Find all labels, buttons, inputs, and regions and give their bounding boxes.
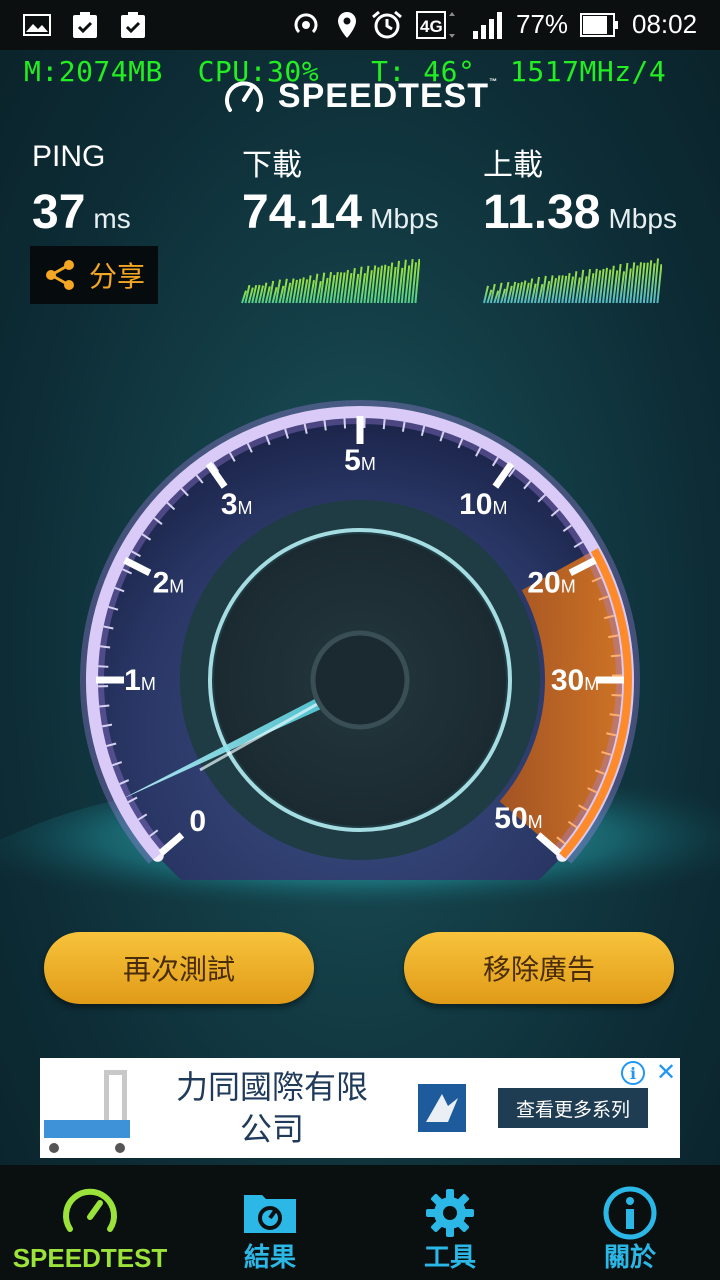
info-icon <box>603 1186 657 1240</box>
gauge-minor-tick <box>323 420 327 431</box>
nav-item-results[interactable]: 結果 <box>180 1165 360 1280</box>
download-label: 下載 <box>242 149 302 182</box>
nav-item-about[interactable]: 關於 <box>540 1165 720 1280</box>
download-unit: Mbps <box>370 203 439 234</box>
upload-label: 上載 <box>483 149 543 182</box>
network-type-icon: 4G <box>416 10 456 40</box>
battery-percent: 77% <box>516 9 569 39</box>
gauge-minor-tick <box>611 693 622 697</box>
ad-cart-image <box>44 1070 130 1153</box>
hotspot-icon <box>290 10 322 40</box>
share-label: 分享 <box>88 260 145 293</box>
ad-cta-button[interactable]: 查看更多系列 <box>498 1088 648 1128</box>
upload-waveform <box>483 258 662 304</box>
logo-wordmark: SPEEDTEST <box>277 76 490 115</box>
alarm-icon <box>370 10 404 40</box>
bottom-nav: SPEEDTEST 結果 工具 關於 <box>0 1165 720 1280</box>
logo-text: SPEEDTEST™ <box>278 77 498 116</box>
upload-unit: Mbps <box>608 203 677 234</box>
logo-trademark: ™ <box>489 76 499 86</box>
clock: 08:02 <box>632 9 698 39</box>
speedometer-logo-icon <box>224 81 263 112</box>
speedometer-icon <box>63 1188 117 1232</box>
upload-number: 11.38 <box>483 186 601 239</box>
gauge-scale-label: 0 <box>189 805 206 838</box>
gauge-minor-tick <box>100 645 111 649</box>
remove-ads-button[interactable]: 移除廣告 <box>404 932 674 1004</box>
download-number: 74.14 <box>242 186 363 239</box>
ad-brand-logo <box>418 1084 466 1132</box>
nav-label-about: 關於 <box>603 1242 656 1272</box>
nav-label-results: 結果 <box>243 1242 296 1272</box>
nav-item-tools[interactable]: 工具 <box>360 1165 540 1280</box>
gauge-minor-tick <box>99 704 110 708</box>
waveform-bar <box>656 264 662 304</box>
share-icon <box>45 260 74 290</box>
image-notification-icon <box>22 10 52 40</box>
status-bar: 4G 77% 08:02 <box>0 0 720 50</box>
gauge-minor-tick <box>609 713 620 717</box>
signal-icon <box>470 10 506 40</box>
gauge-minor-tick <box>382 419 386 430</box>
gauge-minor-tick <box>98 665 109 668</box>
ad-banner[interactable]: 力同國際有限公司 查看更多系列 i ✕ <box>40 1058 680 1158</box>
clipboard-check-icon <box>118 10 148 40</box>
speed-gauge: 01M2M3M5M10M20M30M50M <box>80 400 640 880</box>
ping-unit: ms <box>93 203 131 234</box>
nav-label-tools: 工具 <box>423 1242 476 1272</box>
ad-title: 力同國際有限公司 <box>175 1068 368 1148</box>
retest-button[interactable]: 再次測試 <box>44 932 314 1004</box>
nav-label-speedtest: SPEEDTEST <box>12 1243 168 1273</box>
upload-value: 11.38 Mbps <box>483 185 677 240</box>
clipboard-check-icon <box>70 10 100 40</box>
gauge-center-cap <box>310 630 410 730</box>
app-logo: SPEEDTEST™ <box>0 76 720 116</box>
gauge-minor-tick <box>343 418 347 429</box>
ping-value: 37 ms <box>32 185 131 240</box>
ad-close-icon[interactable]: ✕ <box>652 1058 680 1086</box>
ping-label: PING <box>32 140 106 173</box>
download-value: 74.14 Mbps <box>242 185 439 240</box>
ping-number: 37 <box>32 186 86 239</box>
gauge-minor-tick <box>610 654 621 658</box>
location-icon <box>335 10 359 40</box>
download-waveform <box>241 258 420 304</box>
gear-icon <box>426 1189 474 1237</box>
share-button[interactable]: 分享 <box>30 246 158 304</box>
svg-text:4G: 4G <box>420 17 443 36</box>
ad-info-icon[interactable]: i <box>621 1061 645 1085</box>
nav-item-speedtest[interactable]: SPEEDTEST <box>0 1165 180 1280</box>
results-folder-icon <box>244 1195 296 1233</box>
battery-icon <box>580 10 620 40</box>
